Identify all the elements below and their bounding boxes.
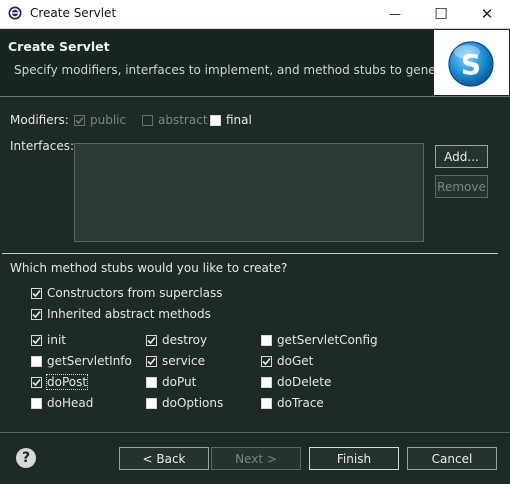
next-button-label: Next >: [235, 451, 277, 466]
close-icon: ✕: [480, 5, 494, 23]
method-doget-label: doGet: [277, 354, 314, 368]
method-init-checkbox[interactable]: init: [31, 333, 66, 347]
servlet-logo-icon: S: [448, 41, 494, 87]
constructors-checkbox[interactable]: Constructors from superclass: [31, 286, 223, 300]
minimize-icon: —: [389, 7, 401, 21]
remove-interface-label: Remove: [437, 179, 486, 194]
method-service-checkbox[interactable]: service: [146, 354, 205, 368]
footer-divider: [0, 432, 510, 433]
method-dohead-box[interactable]: [31, 397, 42, 409]
method-destroy-box[interactable]: [146, 334, 157, 346]
constructors-label: Constructors from superclass: [47, 286, 223, 300]
back-button[interactable]: < Back: [119, 447, 209, 470]
method-getservletinfo-box[interactable]: [31, 355, 42, 367]
method-getservletinfo-checkbox[interactable]: getServletInfo: [31, 354, 132, 368]
finish-button-label: Finish: [336, 451, 372, 466]
maximize-button[interactable]: ☐: [418, 0, 464, 28]
inherited-checkbox[interactable]: Inherited abstract methods: [31, 307, 211, 321]
method-dodelete-box[interactable]: [261, 376, 272, 388]
public-checkbox-box: [74, 114, 85, 126]
close-button[interactable]: ✕: [464, 0, 510, 28]
final-checkbox-box[interactable]: [210, 114, 221, 126]
method-destroy-checkbox[interactable]: destroy: [146, 333, 207, 347]
interfaces-list[interactable]: [74, 143, 424, 242]
method-service-label: service: [162, 354, 205, 368]
help-icon[interactable]: ?: [16, 448, 36, 468]
method-doput-checkbox[interactable]: doPut: [146, 375, 196, 389]
method-getservletconfig-box[interactable]: [261, 334, 272, 346]
stubs-question: Which method stubs would you like to cre…: [10, 261, 288, 275]
interfaces-label: Interfaces:: [10, 139, 75, 153]
method-dotrace-label: doTrace: [277, 396, 324, 410]
remove-interface-button: Remove: [435, 175, 488, 198]
add-interface-button[interactable]: Add...: [435, 145, 488, 168]
abstract-checkbox-box: [142, 114, 153, 126]
cancel-button-label: Cancel: [431, 451, 473, 466]
next-button: Next >: [211, 447, 301, 470]
method-doput-box[interactable]: [146, 376, 157, 388]
abstract-checkbox: abstract: [142, 113, 208, 127]
method-getservletconfig-label: getServletConfig: [277, 333, 378, 347]
final-label: final: [226, 113, 252, 127]
method-dooptions-checkbox[interactable]: doOptions: [146, 396, 223, 410]
method-doput-label: doPut: [162, 375, 197, 389]
banner-description: Specify modifiers, interfaces to impleme…: [14, 63, 464, 77]
method-init-label: init: [47, 333, 66, 347]
title-bar: Create Servlet — ☐ ✕: [0, 0, 510, 29]
method-dodelete-label: doDelete: [277, 375, 332, 389]
method-dopost-checkbox[interactable]: doPost: [31, 374, 89, 390]
method-service-box[interactable]: [146, 355, 157, 367]
maximize-icon: ☐: [434, 5, 448, 23]
method-dooptions-label: doOptions: [162, 396, 224, 410]
method-getservletinfo-label: getServletInfo: [47, 354, 132, 368]
method-dohead-label: doHead: [47, 396, 94, 410]
final-checkbox[interactable]: final: [210, 113, 252, 127]
public-checkbox: public: [74, 113, 126, 127]
finish-button[interactable]: Finish: [309, 447, 399, 470]
add-interface-label: Add...: [444, 149, 479, 164]
logo-letter: S: [461, 48, 481, 81]
method-init-box[interactable]: [31, 334, 42, 346]
constructors-checkbox-box[interactable]: [31, 287, 42, 299]
method-doget-box[interactable]: [261, 355, 272, 367]
window-title: Create Servlet: [30, 6, 117, 20]
public-label: public: [90, 113, 127, 127]
back-button-label: < Back: [142, 451, 186, 466]
servlet-logo: S: [434, 30, 509, 95]
minimize-button[interactable]: —: [372, 0, 418, 28]
method-getservletconfig-checkbox[interactable]: getServletConfig: [261, 333, 378, 347]
banner-heading: Create Servlet: [8, 39, 110, 54]
method-dooptions-box[interactable]: [146, 397, 157, 409]
help-glyph: ?: [21, 450, 31, 466]
method-dohead-checkbox[interactable]: doHead: [31, 396, 93, 410]
cancel-button[interactable]: Cancel: [407, 447, 497, 470]
method-dotrace-box[interactable]: [261, 397, 272, 409]
inherited-label: Inherited abstract methods: [47, 307, 211, 321]
method-destroy-label: destroy: [162, 333, 208, 347]
method-dopost-box[interactable]: [31, 376, 42, 388]
banner-divider: [0, 96, 510, 97]
method-dodelete-checkbox[interactable]: doDelete: [261, 375, 331, 389]
method-dopost-label: doPost: [45, 374, 89, 390]
method-doget-checkbox[interactable]: doGet: [261, 354, 313, 368]
eclipse-app-icon: [8, 6, 22, 20]
method-dotrace-checkbox[interactable]: doTrace: [261, 396, 324, 410]
modifiers-label: Modifiers:: [10, 113, 69, 127]
inherited-checkbox-box[interactable]: [31, 308, 42, 320]
abstract-label: abstract: [158, 113, 208, 127]
section-divider: [2, 253, 498, 254]
